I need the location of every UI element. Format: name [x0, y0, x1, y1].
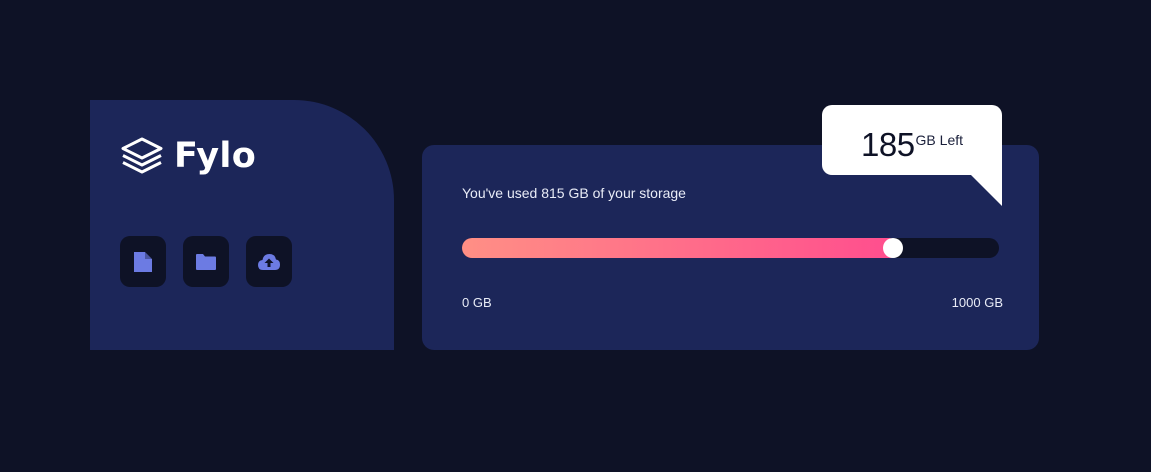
usage-text: You've used 815 GB of your storage	[462, 185, 686, 201]
storage-progress-track	[462, 238, 999, 258]
action-buttons	[120, 236, 292, 287]
document-button[interactable]	[120, 236, 166, 287]
cloud-upload-icon	[258, 253, 280, 270]
folder-button[interactable]	[183, 236, 229, 287]
folder-icon	[196, 253, 216, 270]
storage-progress-fill	[462, 238, 899, 258]
remaining-unit: GB Left	[915, 132, 964, 148]
layers-stack-icon	[121, 137, 163, 174]
logo: Fylo	[120, 137, 256, 175]
scale-max-label: 1000 GB	[951, 295, 1003, 310]
document-icon	[134, 251, 152, 272]
remaining-value: 185	[860, 125, 915, 163]
page: Fylo You've used 815 GB of your storage …	[0, 0, 1151, 472]
brand-card: Fylo	[90, 100, 394, 350]
scale-min-label: 0 GB	[462, 295, 492, 310]
storage-progress-thumb[interactable]	[883, 238, 903, 258]
callout-tail	[970, 174, 1002, 206]
upload-button[interactable]	[246, 236, 292, 287]
storage-card: You've used 815 GB of your storage 0 GB …	[422, 145, 1039, 350]
remaining-callout: 185 GB Left	[822, 105, 1002, 175]
brand-name: Fylo	[174, 135, 257, 176]
